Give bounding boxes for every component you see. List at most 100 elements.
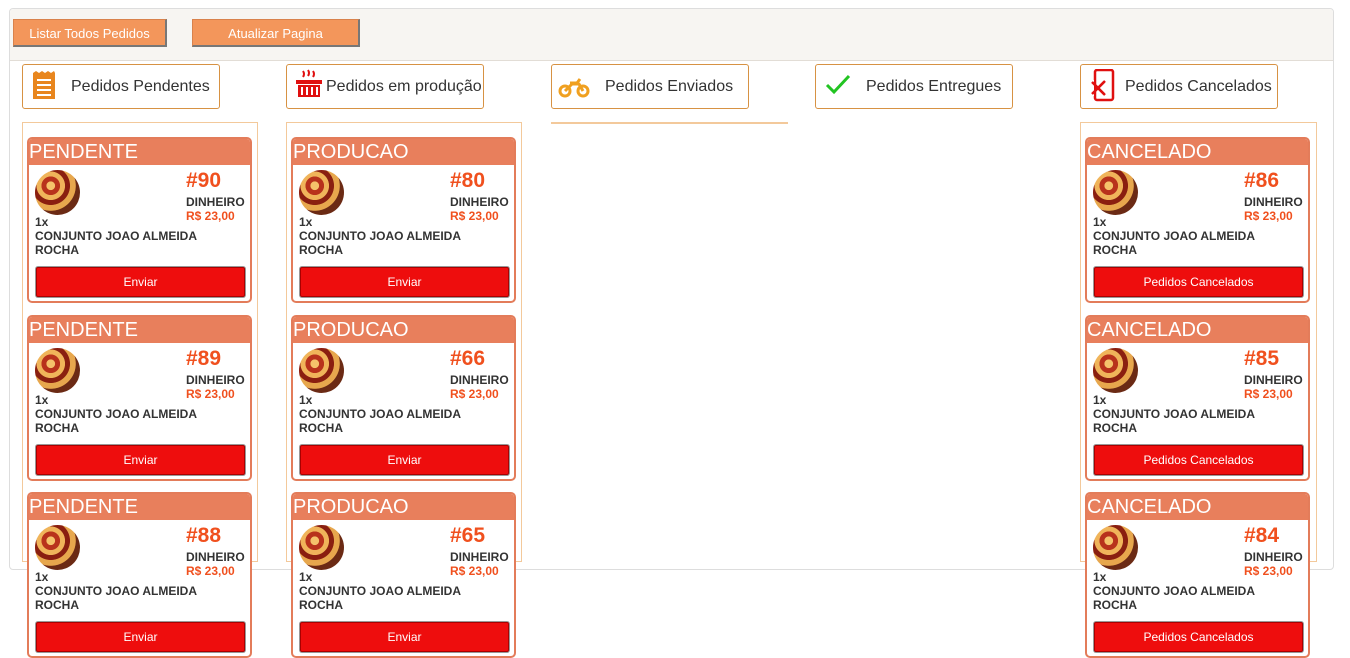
item-name: CONJUNTO JOAO ALMEIDA ROCHA <box>35 407 197 435</box>
order-card: PRODUCAO #65 DINHEIRO R$ 23,00 1x CONJUNTO JO… <box>291 492 516 658</box>
order-status: CANCELADO <box>1087 317 1308 343</box>
item-name: CONJUNTO JOAO ALMEIDA ROCHA <box>1093 229 1255 257</box>
item-name: CONJUNTO JOAO ALMEIDA ROCHA <box>299 407 461 435</box>
send-button[interactable]: Enviar <box>36 445 245 475</box>
order-status: PRODUCAO <box>293 317 514 343</box>
item-name: CONJUNTO JOAO ALMEIDA ROCHA <box>35 229 197 257</box>
motorcycle-icon <box>557 71 590 101</box>
order-price: R$ 23,00 <box>450 209 499 223</box>
column-title-delivered: Pedidos Entregues <box>866 78 1002 95</box>
order-number: #84 <box>1244 524 1280 547</box>
pizza-image <box>1093 170 1138 215</box>
payment-method: DINHEIRO <box>186 195 245 209</box>
order-number: #85 <box>1244 347 1280 370</box>
phone-cancel-icon <box>1089 68 1119 102</box>
order-status: CANCELADO <box>1087 139 1308 165</box>
order-card: PRODUCAO #66 DINHEIRO R$ 23,00 1x CONJUNTO JO… <box>291 315 516 481</box>
pizza-image <box>35 348 80 393</box>
order-price: R$ 23,00 <box>1244 209 1293 223</box>
column-title-cancelled: Pedidos Cancelados <box>1125 78 1272 95</box>
checkmark-icon <box>824 71 854 101</box>
item-quantity: 1x <box>299 215 313 229</box>
column-header-delivered[interactable]: Pedidos Entregues <box>815 64 1013 109</box>
list-all-orders-button[interactable]: Listar Todos Pedidos <box>13 19 167 47</box>
item-quantity: 1x <box>299 393 313 407</box>
order-price: R$ 23,00 <box>186 564 235 578</box>
order-card: CANCELADO #86 DINHEIRO R$ 23,00 1x CONJUNTO J… <box>1085 137 1310 303</box>
pizza-image <box>299 525 344 570</box>
order-number: #65 <box>450 524 486 547</box>
column-title-pending: Pedidos Pendentes <box>71 78 210 95</box>
column-title-production: Pedidos em produção <box>326 78 482 95</box>
order-card: PENDENTE #90 DINHEIRO R$ 23,00 1x CONJUNTO JO… <box>27 137 252 303</box>
payment-method: DINHEIRO <box>1244 550 1303 564</box>
order-number: #90 <box>186 169 222 192</box>
payment-method: DINHEIRO <box>186 550 245 564</box>
item-quantity: 1x <box>1093 570 1107 584</box>
item-quantity: 1x <box>1093 215 1107 229</box>
column-header-production[interactable]: Pedidos em produção <box>286 64 484 109</box>
payment-method: DINHEIRO <box>450 373 509 387</box>
order-status: PENDENTE <box>29 317 250 343</box>
pizza-image <box>35 170 80 215</box>
item-name: CONJUNTO JOAO ALMEIDA ROCHA <box>299 584 461 612</box>
refresh-page-button[interactable]: Atualizar Pagina <box>192 19 360 47</box>
item-name: CONJUNTO JOAO ALMEIDA ROCHA <box>299 229 461 257</box>
cancelled-orders-button[interactable]: Pedidos Cancelados <box>1094 445 1303 475</box>
column-header-sent[interactable]: Pedidos Enviados <box>551 64 749 109</box>
order-status: PENDENTE <box>29 494 250 520</box>
pizza-image <box>299 348 344 393</box>
payment-method: DINHEIRO <box>1244 195 1303 209</box>
item-name: CONJUNTO JOAO ALMEIDA ROCHA <box>35 584 197 612</box>
send-button[interactable]: Enviar <box>300 267 509 297</box>
column-sent-divider <box>551 122 788 124</box>
toolbar: Listar Todos Pedidos Atualizar Pagina <box>10 9 1333 61</box>
column-header-pending[interactable]: Pedidos Pendentes <box>22 64 220 109</box>
order-status: PRODUCAO <box>293 494 514 520</box>
payment-method: DINHEIRO <box>1244 373 1303 387</box>
order-number: #88 <box>186 524 222 547</box>
pizza-image <box>1093 525 1138 570</box>
send-button[interactable]: Enviar <box>300 445 509 475</box>
order-card: PENDENTE #89 DINHEIRO R$ 23,00 1x CONJUNTO JO… <box>27 315 252 481</box>
send-button[interactable]: Enviar <box>36 622 245 652</box>
order-price: R$ 23,00 <box>1244 387 1293 401</box>
order-card: PRODUCAO #80 DINHEIRO R$ 23,00 1x CONJUNTO JO… <box>291 137 516 303</box>
order-price: R$ 23,00 <box>1244 564 1293 578</box>
item-quantity: 1x <box>35 570 49 584</box>
item-quantity: 1x <box>1093 393 1107 407</box>
order-number: #86 <box>1244 169 1280 192</box>
payment-method: DINHEIRO <box>450 550 509 564</box>
order-status: PENDENTE <box>29 139 250 165</box>
payment-method: DINHEIRO <box>450 195 509 209</box>
pizza-image <box>35 525 80 570</box>
item-quantity: 1x <box>35 393 49 407</box>
order-card: PENDENTE #88 DINHEIRO R$ 23,00 1x CONJUNTO JO… <box>27 492 252 658</box>
order-number: #89 <box>186 347 222 370</box>
pizza-image <box>1093 348 1138 393</box>
item-name: CONJUNTO JOAO ALMEIDA ROCHA <box>1093 584 1255 612</box>
send-button[interactable]: Enviar <box>36 267 245 297</box>
send-button[interactable]: Enviar <box>300 622 509 652</box>
grill-icon <box>294 69 324 99</box>
order-price: R$ 23,00 <box>186 209 235 223</box>
pizza-image <box>299 170 344 215</box>
order-price: R$ 23,00 <box>450 387 499 401</box>
column-title-sent: Pedidos Enviados <box>605 78 734 95</box>
order-price: R$ 23,00 <box>450 564 499 578</box>
item-quantity: 1x <box>299 570 313 584</box>
order-status: CANCELADO <box>1087 494 1308 520</box>
cancelled-orders-button[interactable]: Pedidos Cancelados <box>1094 622 1303 652</box>
order-number: #80 <box>450 169 486 192</box>
item-quantity: 1x <box>35 215 49 229</box>
order-status: PRODUCAO <box>293 139 514 165</box>
order-card: CANCELADO #85 DINHEIRO R$ 23,00 1x CONJUNTO J… <box>1085 315 1310 481</box>
order-number: #66 <box>450 347 486 370</box>
item-name: CONJUNTO JOAO ALMEIDA ROCHA <box>1093 407 1255 435</box>
receipt-icon <box>29 71 59 101</box>
payment-method: DINHEIRO <box>186 373 245 387</box>
order-price: R$ 23,00 <box>186 387 235 401</box>
order-card: CANCELADO #84 DINHEIRO R$ 23,00 1x CONJUNTO J… <box>1085 492 1310 658</box>
cancelled-orders-button[interactable]: Pedidos Cancelados <box>1094 267 1303 297</box>
column-header-cancelled[interactable]: Pedidos Cancelados <box>1080 64 1278 109</box>
